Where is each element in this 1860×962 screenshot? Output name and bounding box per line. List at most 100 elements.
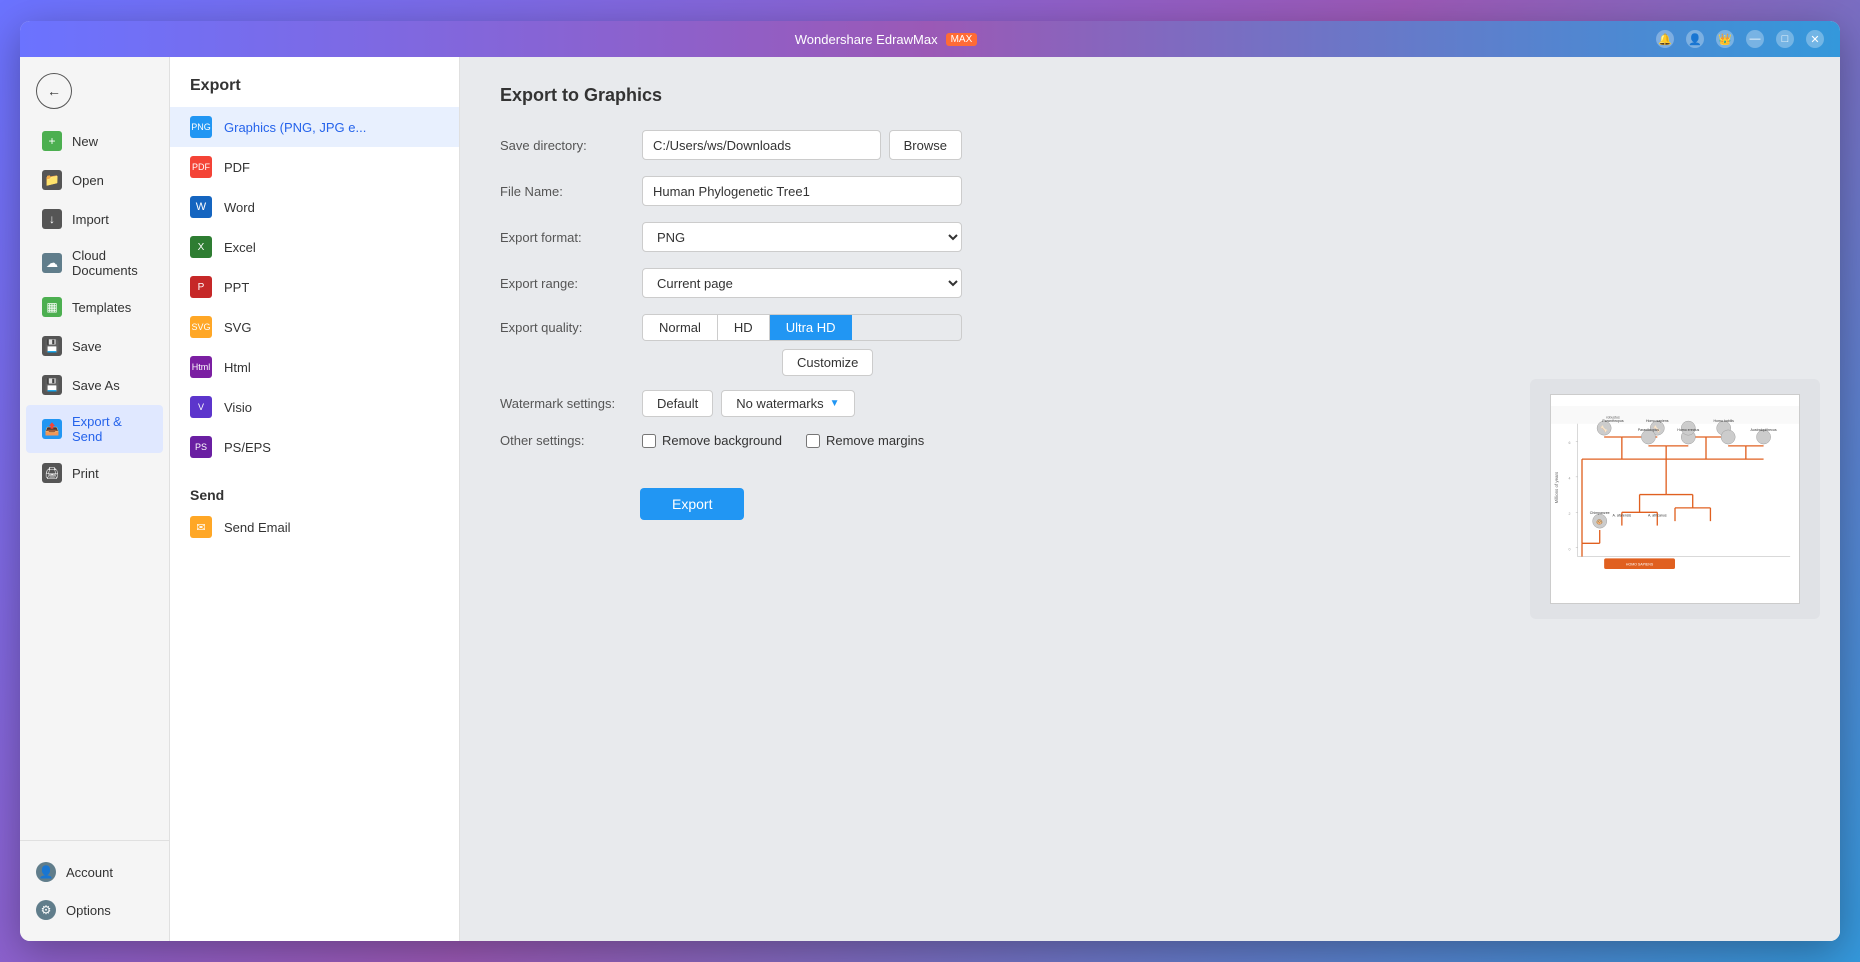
sidebar-item-export[interactable]: 📤 Export & Send — [26, 405, 163, 453]
export-item-graphics[interactable]: PNG Graphics (PNG, JPG e... — [170, 107, 459, 147]
sidebar-item-cloud[interactable]: ☁ Cloud Documents — [26, 239, 163, 287]
quality-hd-button[interactable]: HD — [718, 315, 770, 340]
file-name-control — [642, 176, 962, 206]
svg-text:Paranthropus: Paranthropus — [1638, 428, 1659, 432]
excel-label: Excel — [224, 240, 256, 255]
export-item-excel[interactable]: X Excel — [170, 227, 459, 267]
sidebar-item-templates[interactable]: ▦ Templates — [26, 288, 163, 326]
quality-normal-button[interactable]: Normal — [643, 315, 718, 340]
sidebar-label-export: Export & Send — [72, 414, 147, 444]
save-directory-input[interactable] — [642, 130, 881, 160]
notification-icon[interactable]: 🔔 — [1656, 30, 1674, 48]
customize-button[interactable]: Customize — [782, 349, 873, 376]
svg-text:🦴: 🦴 — [1600, 425, 1608, 433]
export-format-row: Export format: PNG JPG BMP GIF TIFF — [500, 222, 1470, 252]
sidebar-item-new[interactable]: + New — [26, 122, 163, 160]
sidebar-item-account[interactable]: 👤 Account — [20, 853, 169, 891]
export-range-select[interactable]: Current page All pages Selected pages — [642, 268, 962, 298]
watermark-select-button[interactable]: No watermarks ▼ — [721, 390, 854, 417]
export-format-control: PNG JPG BMP GIF TIFF — [642, 222, 962, 252]
svg-text:2: 2 — [1569, 512, 1571, 516]
export-quality-row: Export quality: Normal HD Ultra HD — [500, 314, 1470, 341]
export-button-row: Export — [500, 468, 1470, 520]
file-name-input[interactable] — [642, 176, 962, 206]
watermark-group: Default No watermarks ▼ — [642, 390, 962, 417]
svg-text:HOMO SAPIENS: HOMO SAPIENS — [1626, 562, 1654, 566]
quality-ultrahd-button[interactable]: Ultra HD — [770, 315, 852, 340]
save-directory-label: Save directory: — [500, 138, 630, 153]
sidebar-item-save[interactable]: 💾 Save — [26, 327, 163, 365]
pdf-label: PDF — [224, 160, 250, 175]
sidebar-label-templates: Templates — [72, 300, 131, 315]
pdf-icon: PDF — [190, 156, 212, 178]
new-icon: + — [42, 131, 62, 151]
sidebar-item-import[interactable]: ↓ Import — [26, 200, 163, 238]
sidebar-item-save-as[interactable]: 💾 Save As — [26, 366, 163, 404]
other-settings-label: Other settings: — [500, 433, 630, 448]
email-icon: ✉ — [190, 516, 212, 538]
svg-text:A. afarensis: A. afarensis — [1613, 514, 1632, 518]
sidebar-item-options[interactable]: ⚙ Options — [20, 891, 169, 929]
remove-margins-label: Remove margins — [826, 433, 924, 448]
app-title: Wondershare EdrawMax — [795, 32, 938, 47]
export-panel: Export PNG Graphics (PNG, JPG e... PDF P… — [170, 57, 460, 941]
sidebar-label-open: Open — [72, 173, 104, 188]
svg-text:Paranthropus: Paranthropus — [1602, 419, 1623, 423]
export-item-word[interactable]: W Word — [170, 187, 459, 227]
watermark-dropdown-arrow: ▼ — [830, 398, 840, 409]
export-format-select[interactable]: PNG JPG BMP GIF TIFF — [642, 222, 962, 252]
templates-icon: ▦ — [42, 297, 62, 317]
send-email-item[interactable]: ✉ Send Email — [170, 507, 459, 547]
export-item-pseps[interactable]: PS PS/EPS — [170, 427, 459, 467]
user-icon[interactable]: 👤 — [1686, 30, 1704, 48]
other-settings-group: Remove background Remove margins — [642, 433, 962, 448]
send-email-label: Send Email — [224, 520, 290, 535]
svg-text:6: 6 — [1569, 441, 1571, 445]
file-name-row: File Name: — [500, 176, 1470, 206]
export-range-row: Export range: Current page All pages Sel… — [500, 268, 1470, 298]
sidebar-label-options: Options — [66, 903, 111, 918]
save-directory-control: Browse — [642, 130, 962, 160]
sidebar-label-print: Print — [72, 466, 99, 481]
crown-icon[interactable]: 👑 — [1716, 30, 1734, 48]
send-section-title: Send — [170, 479, 459, 507]
export-item-svg[interactable]: SVG SVG — [170, 307, 459, 347]
export-item-pdf[interactable]: PDF PDF — [170, 147, 459, 187]
browse-button[interactable]: Browse — [889, 130, 962, 160]
html-icon: Html — [190, 356, 212, 378]
sidebar-item-open[interactable]: 📁 Open — [26, 161, 163, 199]
export-item-visio[interactable]: V Visio — [170, 387, 459, 427]
svg-icon: SVG — [190, 316, 212, 338]
minimize-button[interactable]: — — [1746, 30, 1764, 48]
phylo-tree-svg: Millions of years 6 4 2 — [1551, 395, 1799, 603]
pseps-label: PS/EPS — [224, 440, 271, 455]
svg-text:4: 4 — [1569, 477, 1571, 481]
preview-container: Millions of years 6 4 2 — [1530, 379, 1820, 619]
remove-background-input[interactable] — [642, 434, 656, 448]
export-range-control: Current page All pages Selected pages — [642, 268, 962, 298]
word-icon: W — [190, 196, 212, 218]
svg-text:A. africanus: A. africanus — [1648, 514, 1667, 518]
cloud-icon: ☁ — [42, 253, 62, 273]
export-item-html[interactable]: Html Html — [170, 347, 459, 387]
remove-margins-input[interactable] — [806, 434, 820, 448]
html-label: Html — [224, 360, 251, 375]
open-icon: 📁 — [42, 170, 62, 190]
graphics-icon: PNG — [190, 116, 212, 138]
watermark-control: Default No watermarks ▼ — [642, 390, 962, 417]
close-button[interactable]: ✕ — [1806, 30, 1824, 48]
svg-text:Homo habilis: Homo habilis — [1714, 419, 1735, 423]
back-button[interactable]: ← — [36, 73, 72, 109]
remove-background-checkbox[interactable]: Remove background — [642, 433, 782, 448]
save-icon: 💾 — [42, 336, 62, 356]
svg-text:Australopithecus: Australopithecus — [1751, 428, 1777, 432]
svg-text:robustus: robustus — [1606, 415, 1620, 419]
watermark-default-button[interactable]: Default — [642, 390, 713, 417]
remove-margins-checkbox[interactable]: Remove margins — [806, 433, 924, 448]
sidebar-item-print[interactable]: 🖨 Print — [26, 454, 163, 492]
maximize-button[interactable]: □ — [1776, 30, 1794, 48]
export-button[interactable]: Export — [640, 488, 744, 520]
export-item-ppt[interactable]: P PPT — [170, 267, 459, 307]
preview-image: Millions of years 6 4 2 — [1550, 394, 1800, 604]
graphics-label: Graphics (PNG, JPG e... — [224, 120, 366, 135]
